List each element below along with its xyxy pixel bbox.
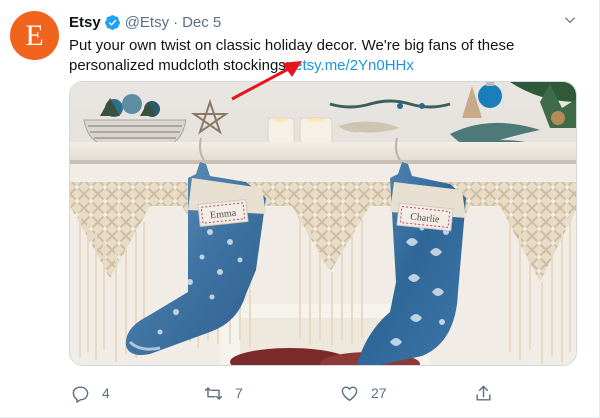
verified-badge-icon xyxy=(104,14,121,31)
retweet-icon xyxy=(204,386,223,400)
chevron-down-icon[interactable] xyxy=(563,13,577,27)
tweet-link[interactable]: etsy.me/2Yn0HHx xyxy=(294,57,414,74)
tweet-actions: 4 7 27 xyxy=(69,383,569,403)
author-name[interactable]: Etsy xyxy=(69,14,101,31)
separator-dot: · xyxy=(173,13,179,31)
author-handle[interactable]: @Etsy xyxy=(125,14,169,31)
heart-icon xyxy=(341,385,358,401)
share-icon xyxy=(476,385,491,401)
tweet-header: Etsy @Etsy · Dec 5 xyxy=(69,12,221,32)
like-button[interactable]: 27 xyxy=(340,383,387,403)
reply-button[interactable]: 4 xyxy=(71,383,110,403)
avatar[interactable]: E xyxy=(10,11,59,60)
tweet-text: Put your own twist on classic holiday de… xyxy=(69,36,569,76)
share-button[interactable] xyxy=(474,383,493,403)
reply-count: 4 xyxy=(102,385,110,401)
like-count: 27 xyxy=(371,385,387,401)
tweet-date[interactable]: Dec 5 xyxy=(182,14,221,31)
reply-icon xyxy=(72,385,89,403)
retweet-count: 7 xyxy=(235,385,243,401)
retweet-button[interactable]: 7 xyxy=(204,383,243,403)
tweet-body: Put your own twist on classic holiday de… xyxy=(69,37,515,74)
tweet-card[interactable]: E Etsy @Etsy · Dec 5 Put your own twist … xyxy=(0,0,600,418)
tweet-media-image[interactable]: Emma Charlie xyxy=(69,81,577,366)
